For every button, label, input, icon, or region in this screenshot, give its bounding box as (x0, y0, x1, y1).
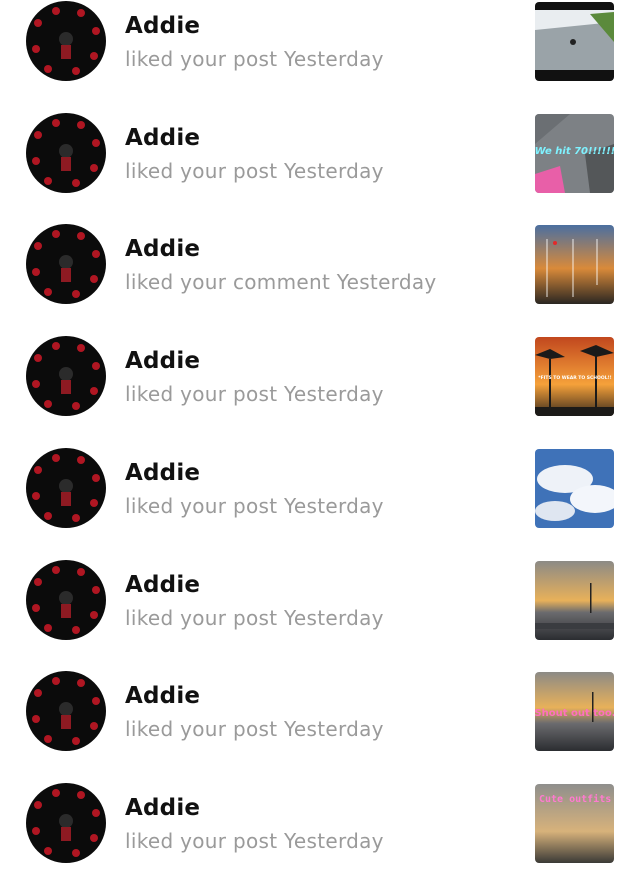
avatar[interactable] (26, 783, 106, 863)
notification-row[interactable]: Addie liked your post Yesterday Cute out… (0, 783, 640, 895)
notification-text: liked your comment Yesterday (125, 270, 437, 294)
avatar[interactable] (26, 1, 106, 81)
thumbnail-caption: Cute outfits For SCHOOL!! (539, 793, 614, 805)
user-name[interactable]: Addie (125, 460, 200, 486)
user-name[interactable]: Addie (125, 348, 200, 374)
post-thumbnail[interactable]: Shout out too. (535, 672, 614, 751)
notification-row[interactable]: Addie liked your post Yesterday Shout ou… (0, 671, 640, 783)
notification-row[interactable]: Addie liked your comment Yesterday (0, 224, 640, 336)
notification-row[interactable]: Addie liked your post Yesterday We hit 7… (0, 113, 640, 225)
user-name[interactable]: Addie (125, 795, 200, 821)
post-thumbnail[interactable] (535, 2, 614, 81)
notification-row[interactable]: Addie liked your post Yesterday (0, 1, 640, 113)
user-name[interactable]: Addie (125, 236, 200, 262)
avatar[interactable] (26, 336, 106, 416)
notification-text: liked your post Yesterday (125, 829, 384, 853)
post-thumbnail[interactable] (535, 225, 614, 304)
notification-row[interactable]: Addie liked your post Yesterday (0, 560, 640, 672)
notification-text: liked your post Yesterday (125, 47, 384, 71)
thumbnail-caption: Shout out too. (535, 708, 614, 719)
post-thumbnail[interactable]: We hit 70!!!!!! (535, 114, 614, 193)
user-name[interactable]: Addie (125, 683, 200, 709)
post-thumbnail[interactable] (535, 449, 614, 528)
post-thumbnail[interactable]: Cute outfits For SCHOOL!! (535, 784, 614, 863)
post-thumbnail[interactable]: *FITS TO WEAR TO SCHOOL!! (535, 337, 614, 416)
user-name[interactable]: Addie (125, 13, 200, 39)
notification-text: liked your post Yesterday (125, 494, 384, 518)
avatar[interactable] (26, 671, 106, 751)
user-name[interactable]: Addie (125, 572, 200, 598)
avatar[interactable] (26, 113, 106, 193)
notification-row[interactable]: Addie liked your post Yesterday *FITS TO… (0, 336, 640, 448)
thumbnail-caption: We hit 70!!!!!! (535, 146, 614, 157)
notification-text: liked your post Yesterday (125, 159, 384, 183)
thumbnail-caption: *FITS TO WEAR TO SCHOOL!! (538, 375, 611, 381)
notification-list: Addie liked your post Yesterday Addie li… (0, 0, 640, 863)
post-thumbnail[interactable] (535, 561, 614, 640)
user-name[interactable]: Addie (125, 125, 200, 151)
notification-text: liked your post Yesterday (125, 606, 384, 630)
notification-row[interactable]: Addie liked your post Yesterday (0, 448, 640, 560)
avatar[interactable] (26, 560, 106, 640)
notification-text: liked your post Yesterday (125, 382, 384, 406)
avatar[interactable] (26, 224, 106, 304)
notification-text: liked your post Yesterday (125, 717, 384, 741)
avatar[interactable] (26, 448, 106, 528)
